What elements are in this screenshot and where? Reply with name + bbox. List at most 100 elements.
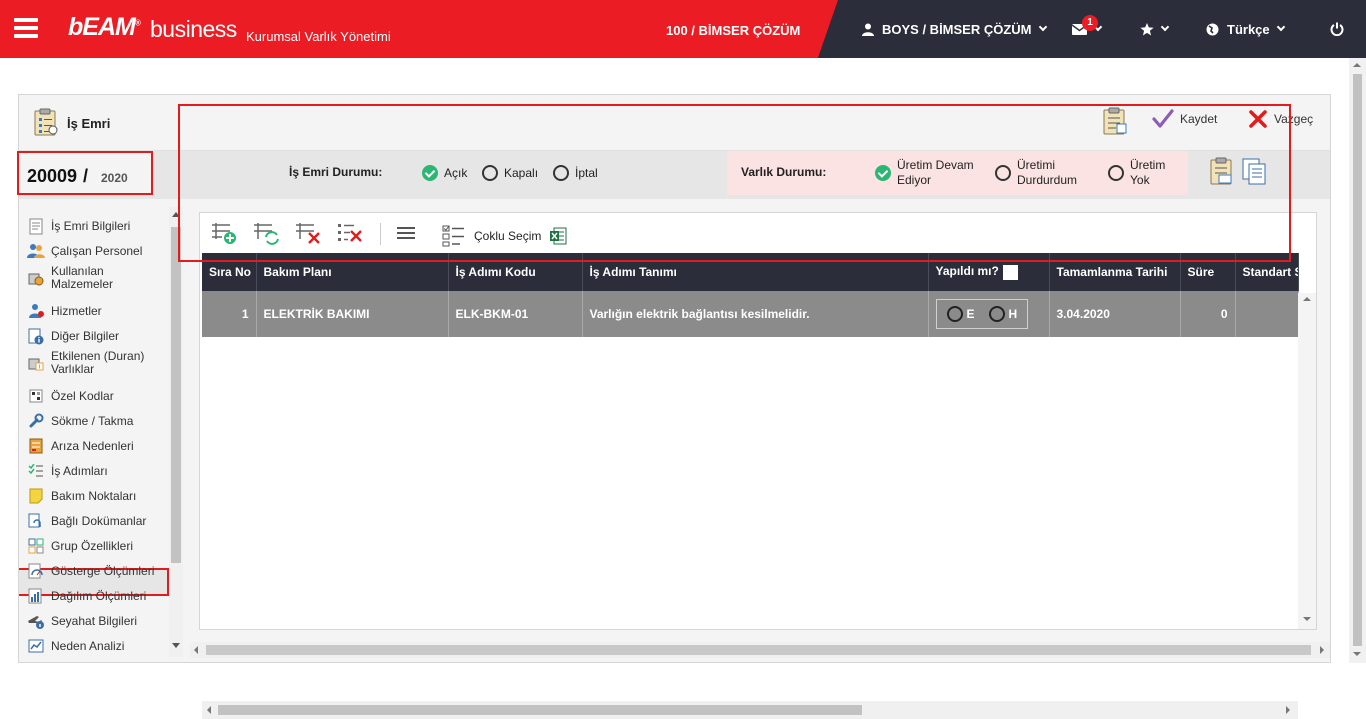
scroll-left-icon[interactable] <box>207 706 211 714</box>
scroll-up-icon[interactable] <box>1353 63 1361 67</box>
asset-radio-none[interactable]: Üretim Yok <box>1108 158 1165 188</box>
scroll-up-icon[interactable] <box>172 212 180 217</box>
radio-yes[interactable]: E <box>946 306 975 322</box>
logo-business: business <box>150 16 237 42</box>
save-button[interactable]: Kaydet <box>1152 109 1217 129</box>
column-header-is-adimi-tanimi[interactable]: İş Adımı Tanımı <box>582 253 929 291</box>
chevron-down-icon <box>1160 22 1170 32</box>
radio-icon <box>946 306 963 322</box>
cell-tamamlanma-tarihi[interactable]: 3.04.2020 <box>1049 291 1181 337</box>
mail-menu[interactable]: 1 <box>1072 0 1103 58</box>
status-radio-cancelled[interactable]: İptal <box>553 165 598 181</box>
sidebar-item-travel-info[interactable]: Seyahat Bilgileri <box>27 612 137 630</box>
scroll-right-icon[interactable] <box>1320 646 1324 654</box>
cell-sira-no[interactable]: 1 <box>202 291 257 337</box>
page-vertical-scrollbar[interactable] <box>1349 58 1366 663</box>
sidebar-item-gauge-readings[interactable]: Gösterge Ölçümleri <box>27 562 154 580</box>
column-header-sira-no[interactable]: Sıra No <box>202 253 257 291</box>
logout-button[interactable] <box>1330 0 1344 58</box>
sidebar-item-group-properties[interactable]: Grup Özellikleri <box>27 537 133 555</box>
scroll-down-icon[interactable] <box>172 643 180 648</box>
workflow-clipboard-icon[interactable] <box>1209 157 1235 185</box>
scroll-left-icon[interactable] <box>194 646 198 654</box>
toolbar-separator <box>380 223 381 245</box>
grid-vertical-scrollbar[interactable] <box>1298 293 1316 629</box>
power-icon <box>1330 22 1344 36</box>
select-all-checkbox[interactable] <box>1002 264 1018 280</box>
sidebar-item-label: İş Emri Bilgileri <box>51 218 131 233</box>
asset-radio-producing[interactable]: Üretim Devam Ediyor <box>875 158 974 188</box>
excel-icon[interactable] <box>549 227 567 245</box>
column-header-bakim-plani[interactable]: Bakım Planı <box>256 253 449 291</box>
yes-no-radio-group: E H <box>935 299 1029 329</box>
sidebar-item-linked-documents[interactable]: Bağlı Dokümanlar <box>27 512 146 530</box>
cell-standart[interactable] <box>1235 291 1299 337</box>
distribution-icon <box>27 587 45 605</box>
radio-no[interactable]: H <box>988 306 1017 322</box>
grid-horizontal-scrollbar[interactable] <box>202 701 1298 719</box>
table-row[interactable]: 1 ELEKTRİK BAKIMI ELK-BKM-01 Varlığın el… <box>202 291 1299 337</box>
asset-radio-stopped[interactable]: Üretimi Durdurdum <box>995 158 1077 188</box>
sidebar-item-special-codes[interactable]: Özel Kodlar <box>27 387 114 405</box>
radio-checked-icon <box>422 165 438 181</box>
company-selector[interactable]: 100 / BİMSER ÇÖZÜM <box>666 23 800 38</box>
sidebar-item-personnel[interactable]: Çalışan Personel <box>27 242 142 260</box>
sidebar-item-work-steps[interactable]: İş Adımları <box>27 462 108 480</box>
sidebar-item-other-info[interactable]: Diğer Bilgiler <box>27 327 119 345</box>
column-menu-button[interactable] <box>392 220 420 246</box>
scrollbar-thumb[interactable] <box>171 227 181 563</box>
sidebar-item-label: Sökme / Takma <box>51 413 134 428</box>
scrollbar-thumb[interactable] <box>206 645 1311 655</box>
column-header-is-adimi-kodu[interactable]: İş Adımı Kodu <box>448 253 583 291</box>
work-order-no: 20009 <box>27 166 78 186</box>
sidebar-item-distribution-readings[interactable]: Dağılım Ölçümleri <box>27 587 146 605</box>
refresh-rows-button[interactable] <box>252 220 280 246</box>
column-header-yapildi[interactable]: Yapıldı mı? <box>928 253 1050 291</box>
scroll-up-icon[interactable] <box>1303 297 1311 301</box>
wrench-icon <box>27 412 45 430</box>
favorites-menu[interactable] <box>1140 0 1170 58</box>
scroll-down-icon[interactable] <box>1353 652 1361 656</box>
workflow-icon[interactable] <box>1102 107 1128 138</box>
sidebar-item-maintenance-points[interactable]: Bakım Noktaları <box>27 487 136 505</box>
scroll-right-icon[interactable] <box>1286 706 1290 714</box>
work-order-number: 20009 / 2020 <box>17 151 153 195</box>
status-radio-closed[interactable]: Kapalı <box>482 165 538 181</box>
scrollbar-thumb[interactable] <box>1353 74 1362 646</box>
user-menu[interactable]: BOYS / BİMSER ÇÖZÜM <box>862 0 1047 58</box>
cell-bakim-plani[interactable]: ELEKTRİK BAKIMI <box>256 291 449 337</box>
scroll-down-icon[interactable] <box>1303 617 1311 621</box>
cell-is-adimi-tanimi[interactable]: Varlığın elektrik bağlantısı kesilmelidi… <box>582 291 929 337</box>
sidebar-item-work-order-info[interactable]: İş Emri Bilgileri <box>27 217 130 235</box>
user-icon <box>862 23 874 36</box>
sidebar-item-dismount-mount[interactable]: Sökme / Takma <box>27 412 133 430</box>
column-header-tamamlanma-tarihi[interactable]: Tamamlanma Tarihi <box>1049 253 1181 291</box>
sidebar-scrollbar[interactable] <box>169 207 183 657</box>
column-header-standart[interactable]: Standart S <box>1235 253 1299 291</box>
cell-is-adimi-kodu[interactable]: ELK-BKM-01 <box>448 291 583 337</box>
radio-icon <box>553 165 569 181</box>
menu-icon[interactable] <box>14 18 38 38</box>
sidebar-item-materials[interactable]: Kullanılan Malzemeler <box>27 265 141 291</box>
hamburger-icon <box>397 227 415 239</box>
table-header-row: Sıra No Bakım Planı İş Adımı Kodu İş Adı… <box>202 253 1299 291</box>
sidebar-item-affected-assets[interactable]: Etkilenen (Duran) Varlıklar <box>27 350 151 376</box>
cell-sure[interactable]: 0 <box>1180 291 1236 337</box>
asset-status-label: Varlık Durumu: <box>741 165 827 179</box>
multi-select-button[interactable]: Çoklu Seçim <box>442 225 567 247</box>
logo[interactable]: bEAM® <box>68 13 141 42</box>
sidebar-item-root-cause[interactable]: Neden Analizi <box>27 637 124 655</box>
scrollbar-thumb[interactable] <box>218 705 862 715</box>
delete-all-button[interactable] <box>336 220 364 246</box>
status-option-label: Açık <box>444 166 468 180</box>
language-menu[interactable]: Türkçe <box>1206 0 1285 58</box>
sidebar-item-services[interactable]: Hizmetler <box>27 302 102 320</box>
column-header-sure[interactable]: Süre <box>1180 253 1236 291</box>
status-radio-open[interactable]: Açık <box>422 165 467 181</box>
panel-horizontal-scrollbar[interactable] <box>190 642 1330 658</box>
cancel-button[interactable]: Vazgeç <box>1248 109 1313 129</box>
delete-row-button[interactable] <box>294 220 322 246</box>
sidebar-item-fault-reasons[interactable]: Arıza Nedenleri <box>27 437 134 455</box>
copy-document-icon[interactable] <box>1241 157 1267 185</box>
add-row-button[interactable] <box>210 220 238 246</box>
